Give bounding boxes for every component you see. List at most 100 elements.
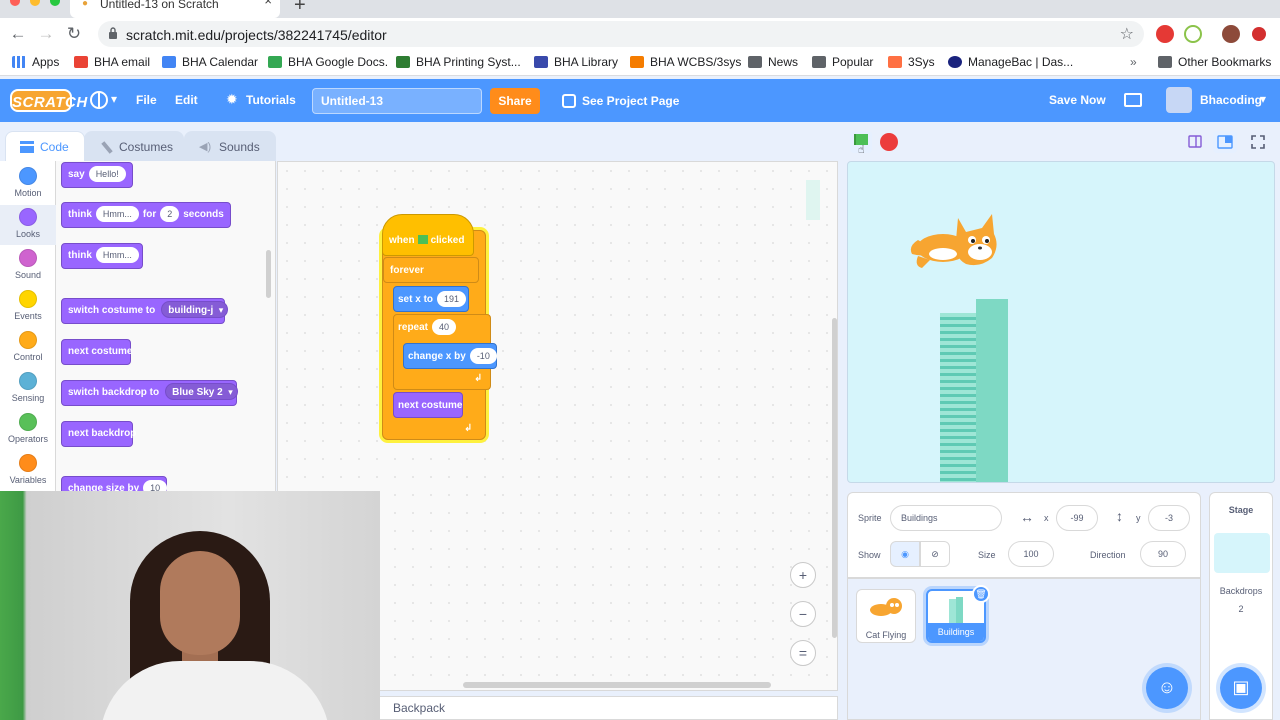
extension-icon[interactable] — [1184, 25, 1202, 43]
profile-avatar[interactable] — [1222, 25, 1240, 43]
backdrop-dropdown[interactable]: Blue Sky 2 — [165, 383, 238, 401]
file-menu[interactable]: File — [136, 93, 157, 107]
zoom-reset-button[interactable]: = — [790, 640, 816, 666]
next-costume-script-block[interactable]: next costume — [393, 392, 463, 418]
category-control[interactable]: Control — [0, 331, 56, 369]
switch-backdrop-block[interactable]: switch backdrop to Blue Sky 2 — [61, 380, 238, 406]
bookmark-bha-google-docs[interactable]: BHA Google Docs. — [268, 55, 388, 69]
category-sound[interactable]: Sound — [0, 249, 56, 287]
bookmark-managebac[interactable]: ManageBac | Das... — [948, 55, 1073, 69]
forever-block[interactable]: forever — [383, 257, 479, 283]
bookmark-bha-calendar[interactable]: BHA Calendar — [162, 55, 258, 69]
costume-dropdown[interactable]: building-j — [161, 301, 229, 319]
bookmark-3sys[interactable]: 3Sys — [888, 55, 935, 69]
delete-sprite-trash-icon[interactable]: 🗑 — [972, 585, 990, 603]
close-tab-icon[interactable]: × — [264, 0, 272, 7]
username-menu[interactable]: Bhacoding — [1200, 93, 1262, 107]
category-events[interactable]: Events — [0, 290, 56, 328]
zoom-in-button[interactable]: + — [790, 562, 816, 588]
workspace-horizontal-scrollbar[interactable] — [463, 682, 771, 688]
project-title-input[interactable]: Untitled-13 — [312, 88, 482, 114]
category-motion[interactable]: Motion — [0, 167, 56, 205]
change-size-block[interactable]: change size by 10 — [61, 476, 168, 491]
fullscreen-button[interactable] — [1246, 131, 1270, 153]
bookmark-bha-email[interactable]: BHA email — [74, 55, 150, 69]
bookmarks-overflow-icon[interactable]: » — [1130, 55, 1137, 69]
bookmark-apps[interactable]: Apps — [12, 55, 59, 69]
bookmark-bha-library[interactable]: BHA Library — [534, 55, 618, 69]
sprite-thumb-cat-flying[interactable]: Cat Flying — [856, 589, 916, 643]
minimize-window-button[interactable] — [30, 0, 40, 6]
think-for-secs-block[interactable]: think Hmm... for 2 seconds — [61, 202, 231, 228]
say-block[interactable]: say Hello! — [61, 162, 133, 188]
category-operators[interactable]: Operators — [0, 413, 56, 451]
bookmark-bha-wcbs[interactable]: BHA WCBS/3sys — [630, 55, 741, 69]
y-position-input[interactable]: -3 — [1148, 505, 1190, 531]
normal-stage-button[interactable] — [1213, 131, 1237, 153]
new-tab-icon[interactable]: + — [294, 0, 306, 17]
bookmark-news[interactable]: News — [748, 55, 798, 69]
browser-tab-active[interactable]: ● Untitled-13 on Scratch × — [70, 0, 280, 18]
tab-costumes[interactable]: Costumes — [84, 131, 184, 161]
choose-backdrop-button[interactable]: ▣ — [1220, 667, 1262, 709]
my-stuff-folder-icon[interactable] — [1124, 93, 1142, 107]
scratch-logo[interactable]: SCRATCH — [10, 89, 87, 112]
user-avatar[interactable] — [1166, 87, 1192, 113]
small-stage-button[interactable] — [1183, 131, 1207, 153]
back-icon[interactable]: ← — [8, 24, 28, 44]
category-sensing[interactable]: Sensing — [0, 372, 56, 410]
adblock-extension-icon[interactable] — [1156, 25, 1174, 43]
choose-sprite-button[interactable]: ☺ — [1146, 667, 1188, 709]
stage-target-pane[interactable]: Stage Backdrops 2 ▣ — [1209, 492, 1273, 720]
reload-icon[interactable]: ↻ — [64, 24, 84, 44]
think-text-input[interactable]: Hmm... — [95, 247, 139, 263]
bookmark-popular[interactable]: Popular — [812, 55, 873, 69]
zoom-out-button[interactable]: − — [790, 601, 816, 627]
tab-sounds[interactable]: ◀) Sounds — [184, 131, 276, 161]
bookmark-bha-printing[interactable]: BHA Printing Syst... — [396, 55, 521, 69]
repeat-count-input[interactable]: 40 — [432, 319, 457, 335]
language-chevron-icon[interactable]: ▾ — [111, 92, 117, 106]
edit-menu[interactable]: Edit — [175, 93, 198, 107]
show-visible-button[interactable]: ◉ — [890, 541, 920, 567]
palette-scrollbar[interactable] — [266, 250, 271, 298]
category-variables[interactable]: Variables — [0, 454, 56, 492]
bookmark-star-icon[interactable]: ☆ — [1120, 24, 1134, 44]
when-flag-clicked-block[interactable]: when clicked — [382, 214, 474, 256]
tab-code[interactable]: Code — [5, 131, 85, 161]
bookmark-other[interactable]: Other Bookmarks — [1158, 55, 1271, 69]
show-hidden-button[interactable]: ⊘ — [920, 541, 950, 567]
category-looks[interactable]: Looks — [0, 205, 56, 245]
forward-icon[interactable]: → — [36, 24, 56, 44]
change-x-input[interactable]: -10 — [469, 348, 497, 364]
save-now-button[interactable]: Save Now — [1049, 93, 1106, 107]
think-block[interactable]: think Hmm... — [61, 243, 143, 269]
x-position-input[interactable]: -99 — [1056, 505, 1098, 531]
change-x-block[interactable]: change x by -10 — [403, 343, 497, 369]
language-globe-icon[interactable] — [90, 91, 108, 109]
set-x-block[interactable]: set x to 191 — [393, 286, 469, 312]
next-costume-block[interactable]: next costume — [61, 339, 132, 365]
chrome-menu-icon[interactable] — [1252, 27, 1266, 41]
size-input[interactable]: 100 — [1008, 541, 1054, 567]
next-backdrop-block[interactable]: next backdrop — [61, 421, 136, 447]
seconds-input[interactable]: 2 — [160, 206, 180, 222]
see-project-page-button[interactable]: See Project Page — [550, 88, 682, 114]
address-bar[interactable]: scratch.mit.edu/projects/382241745/edito… — [98, 21, 1144, 47]
direction-input[interactable]: 90 — [1140, 541, 1186, 567]
account-chevron-icon[interactable]: ▾ — [1260, 92, 1266, 106]
maximize-window-button[interactable] — [50, 0, 60, 6]
think-text-input[interactable]: Hmm... — [95, 206, 139, 222]
size-change-input[interactable]: 10 — [143, 480, 168, 491]
sprite-name-input[interactable]: Buildings — [890, 505, 1002, 531]
close-window-button[interactable] — [10, 0, 20, 6]
set-x-input[interactable]: 191 — [437, 291, 467, 307]
switch-costume-block[interactable]: switch costume to building-j — [61, 298, 229, 324]
say-text-input[interactable]: Hello! — [88, 166, 126, 182]
workspace-vertical-scrollbar[interactable] — [832, 318, 837, 638]
stage-canvas[interactable] — [847, 161, 1275, 483]
tutorials-button[interactable]: Tutorials — [246, 93, 296, 107]
stop-button[interactable] — [880, 133, 898, 151]
code-icon — [20, 141, 34, 153]
share-button[interactable]: Share — [490, 88, 540, 114]
